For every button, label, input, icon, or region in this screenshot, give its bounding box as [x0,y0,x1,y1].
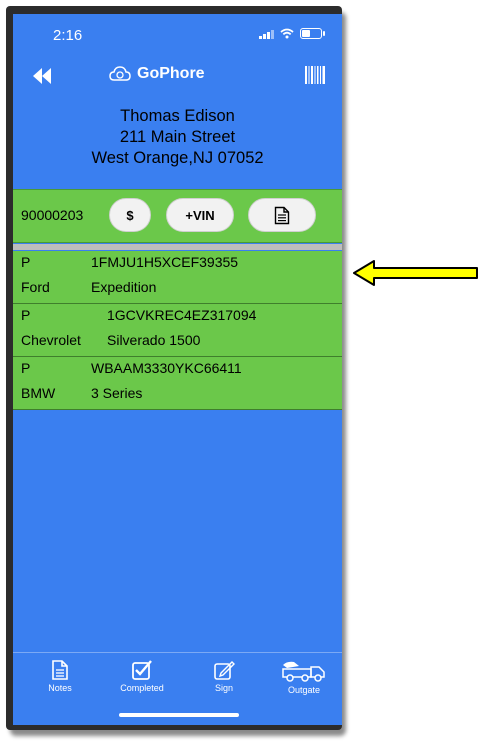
sign-pen-icon [214,661,235,680]
tab-outgate-label: Outgate [287,685,321,695]
wifi-icon [280,28,294,39]
vehicle-make: Ford [21,279,50,295]
notes-icon [52,660,68,680]
vehicle-model: Expedition [91,279,157,295]
order-action-bar: 90000203 $ +VIN [13,189,342,243]
home-indicator [119,713,239,717]
add-vin-button[interactable]: +VIN [166,198,234,232]
list-separator [13,244,342,250]
rewind-double-chevron-icon[interactable] [29,64,57,88]
callout-arrow-icon [353,260,478,286]
document-icon [274,206,290,224]
vehicle-vin: 1FMJU1H5XCEF39355 [91,254,239,270]
add-vin-button-label: +VIN [185,207,215,223]
barcode-icon[interactable] [304,65,326,85]
tab-sign[interactable]: Sign [189,659,259,693]
checkbox-icon [132,660,152,680]
vehicle-model: 3 Series [91,385,143,401]
vehicle-type: P [21,307,31,323]
customer-address: Thomas Edison 211 Main Street West Orang… [13,106,342,169]
customer-city-line: West Orange,NJ 07052 [91,149,264,167]
vehicle-vin: WBAAM3330YKC66411 [91,360,242,376]
customer-name: Thomas Edison [120,107,235,125]
payment-button[interactable]: $ [109,198,151,232]
tab-notes[interactable]: Notes [25,659,95,693]
app-name: GoPhore [137,65,205,82]
tab-notes-label: Notes [48,683,72,693]
vehicle-row[interactable]: P 1GCVKREC4EZ317094 Chevrolet Silverado … [13,304,342,357]
tow-truck-icon [282,661,325,682]
status-time: 2:16 [53,27,83,44]
tab-outgate[interactable]: Outgate [269,659,339,695]
tab-completed[interactable]: Completed [107,659,177,693]
tab-sign-label: Sign [214,683,233,693]
vehicle-type: P [21,360,31,376]
battery-icon [300,28,325,39]
payment-button-label: $ [126,207,134,223]
vehicle-type: P [21,254,31,270]
customer-street: 211 Main Street [119,128,236,146]
cellular-signal-icon [259,29,274,39]
vehicle-list: P 1FMJU1H5XCEF39355 Ford Expedition P 1G… [13,251,342,410]
app-screen: 2:16 GoPhore Thomas Edison 211 Main Stre… [13,14,342,725]
nav-bar: GoPhore [13,62,342,92]
order-number: 90000203 [21,207,84,223]
app-brand: GoPhore [109,65,205,83]
status-icons [259,28,325,39]
cloud-logo-icon [109,66,131,81]
vehicle-model: Silverado 1500 [107,332,201,348]
vehicle-make: Chevrolet [21,332,81,348]
vehicle-row[interactable]: P 1FMJU1H5XCEF39355 Ford Expedition [13,251,342,304]
document-button[interactable] [248,198,316,232]
status-bar: 2:16 [13,14,342,54]
vehicle-row[interactable]: P WBAAM3330YKC66411 BMW 3 Series [13,357,342,410]
vehicle-make: BMW [21,385,56,401]
tab-completed-label: Completed [120,683,164,693]
vehicle-vin: 1GCVKREC4EZ317094 [107,307,257,323]
